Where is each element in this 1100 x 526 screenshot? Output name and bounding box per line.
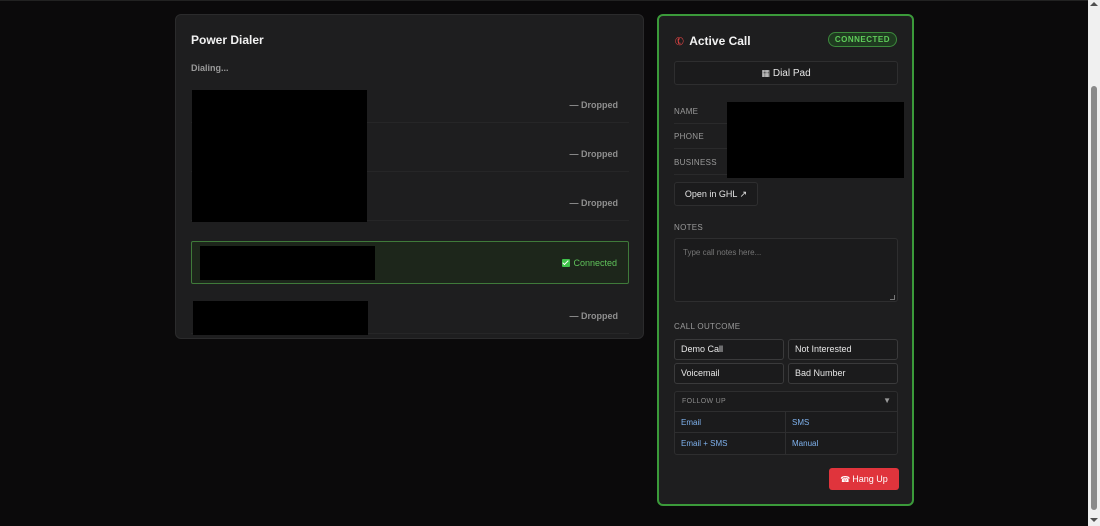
redacted-block xyxy=(200,246,375,280)
scrollbar-thumb[interactable] xyxy=(1091,86,1097,510)
redacted-block xyxy=(193,301,368,335)
keypad-icon: ▦ xyxy=(761,68,770,78)
status-badge: CONNECTED xyxy=(827,32,897,47)
hang-up-button[interactable]: ☎ Hang Up xyxy=(829,468,899,490)
outcome-voicemail-button[interactable]: Voicemail xyxy=(674,363,784,384)
power-dialer-title: Power Dialer xyxy=(191,33,264,47)
scroll-down-arrow-icon[interactable] xyxy=(1090,518,1098,522)
follow-up-dropdown: FOLLOW UP ▼ Email SMS Email + SMS Manual xyxy=(674,391,898,455)
dial-pad-label: Dial Pad xyxy=(772,68,811,79)
name-label: NAME xyxy=(674,107,699,116)
line-status: — Dropped xyxy=(569,198,619,208)
outcome-demo-call-button[interactable]: Demo Call xyxy=(674,339,784,360)
notes-label: NOTES xyxy=(674,223,704,232)
follow-up-toggle[interactable]: FOLLOW UP ▼ xyxy=(675,392,897,412)
outcome-bad-number-button[interactable]: Bad Number xyxy=(788,363,898,384)
redacted-contact-info xyxy=(727,102,904,178)
resize-handle-icon[interactable] xyxy=(890,295,895,300)
dial-pad-button[interactable]: ▦ Dial Pad xyxy=(674,61,898,85)
line-status-connected: Connected xyxy=(562,258,617,268)
follow-up-email-sms-option[interactable]: Email + SMS xyxy=(675,433,786,454)
call-notes-input[interactable] xyxy=(674,238,898,302)
follow-up-label: FOLLOW UP xyxy=(682,398,726,405)
hang-up-label: Hang Up xyxy=(852,474,888,484)
phone-label: PHONE xyxy=(674,132,704,141)
top-border xyxy=(0,0,1088,1)
phone-hangup-icon: ☎ xyxy=(840,475,851,484)
business-label: BUSINESS xyxy=(674,158,717,167)
outcome-not-interested-button[interactable]: Not Interested xyxy=(788,339,898,360)
active-call-panel: ✆ Active Call CONNECTED ▦ Dial Pad NAME PH… xyxy=(657,14,914,506)
follow-up-email-option[interactable]: Email xyxy=(675,412,786,433)
dialing-status: Dialing... xyxy=(191,63,229,73)
caret-down-icon: ▼ xyxy=(883,396,891,405)
line-status: — Dropped xyxy=(569,149,619,159)
line-status: — Dropped xyxy=(569,100,619,110)
redacted-block xyxy=(192,90,367,222)
follow-up-sms-option[interactable]: SMS xyxy=(785,412,896,433)
connected-label: Connected xyxy=(573,258,617,268)
call-outcome-label: CALL OUTCOME xyxy=(674,322,741,331)
scroll-up-arrow-icon[interactable] xyxy=(1090,2,1098,6)
phone-icon: ✆ xyxy=(672,34,687,50)
power-dialer-panel: Power Dialer Dialing... — Dropped — Drop… xyxy=(175,14,644,339)
active-call-title-text: Active Call xyxy=(689,34,751,48)
line-status: — Dropped xyxy=(569,311,619,321)
open-in-ghl-button[interactable]: Open in GHL ↗ xyxy=(674,182,758,206)
active-call-title: ✆ Active Call xyxy=(672,34,751,50)
follow-up-manual-option[interactable]: Manual xyxy=(785,433,896,454)
check-icon xyxy=(562,259,571,267)
